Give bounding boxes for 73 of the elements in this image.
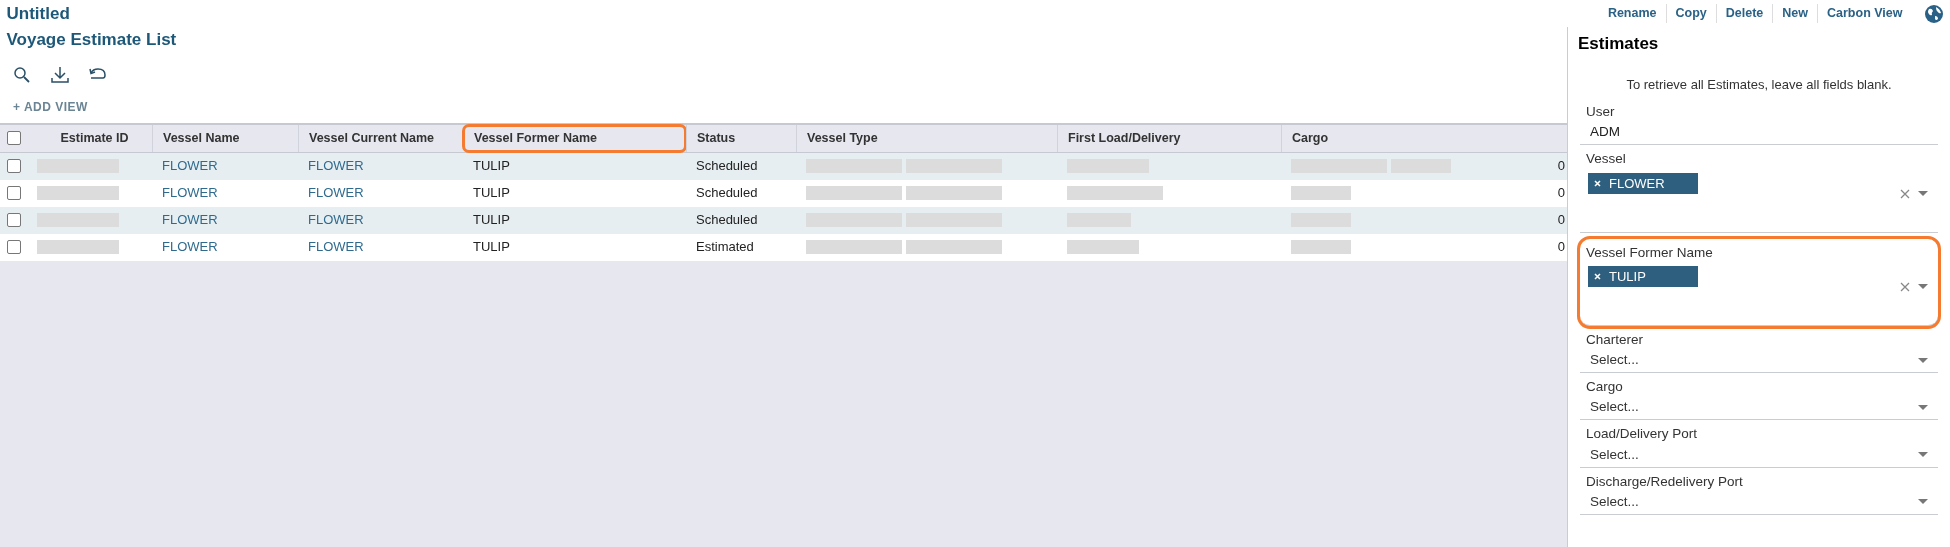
- caret-icon[interactable]: [1918, 499, 1928, 505]
- select-field[interactable]: Select...: [1586, 397, 1639, 418]
- checkbox[interactable]: [7, 186, 21, 200]
- tag-chip[interactable]: TULIP: [1588, 265, 1698, 288]
- caret-icon[interactable]: [1918, 284, 1928, 290]
- checkbox[interactable]: [7, 240, 21, 254]
- vessel-link[interactable]: FLOWER: [308, 210, 364, 230]
- field-label: Charterer: [1586, 330, 1645, 349]
- table-cell-text: 0: [1557, 157, 1566, 176]
- vessel-link[interactable]: FLOWER: [162, 210, 218, 230]
- vessel-link[interactable]: FLOWER: [308, 156, 364, 176]
- toolbar-link[interactable]: Rename: [1598, 4, 1666, 23]
- table-cell-text: TULIP: [473, 238, 510, 257]
- remove-icon[interactable]: [1594, 179, 1601, 187]
- table-cell-text: Scheduled: [696, 157, 758, 176]
- remove-icon[interactable]: [1594, 273, 1601, 280]
- table-cell-text: 0: [1557, 184, 1566, 203]
- search-icon[interactable]: [13, 65, 31, 84]
- column-header[interactable]: First Load/Delivery: [1057, 124, 1281, 152]
- select-field[interactable]: Select...: [1586, 444, 1639, 465]
- table-cell-text: 0: [1557, 238, 1566, 257]
- toolbar-link[interactable]: Carbon View: [1817, 4, 1912, 23]
- field-label: Cargo: [1586, 378, 1624, 396]
- tag-chip[interactable]: FLOWER: [1588, 172, 1698, 194]
- add-view-button[interactable]: + ADD VIEW: [13, 98, 88, 116]
- select-field[interactable]: Select...: [1586, 350, 1639, 370]
- vessel-link[interactable]: FLOWER: [162, 156, 218, 176]
- field-label: Load/Delivery Port: [1586, 425, 1699, 444]
- hint-text: To retrieve all Estimates, leave all fields blank.: [1625, 75, 1893, 94]
- table-cell-text: Scheduled: [696, 184, 758, 203]
- checkbox[interactable]: [7, 159, 21, 173]
- clear-icon[interactable]: [1900, 188, 1910, 199]
- column-header[interactable]: Cargo: [1281, 124, 1567, 152]
- caret-icon[interactable]: [1918, 404, 1928, 410]
- vessel-link[interactable]: FLOWER: [162, 237, 218, 257]
- vessel-link[interactable]: FLOWER: [308, 183, 364, 203]
- globe-icon[interactable]: [1923, 3, 1944, 24]
- redacted-text: [1291, 240, 1351, 254]
- table-cell-text: TULIP: [473, 211, 510, 230]
- toolbar-link[interactable]: New: [1772, 4, 1817, 23]
- checkbox[interactable]: [7, 213, 21, 227]
- user-field[interactable]: ADM: [1586, 122, 1928, 143]
- checkbox[interactable]: [7, 131, 21, 145]
- toolbar-link[interactable]: Delete: [1715, 4, 1773, 23]
- table-cell-text: TULIP: [473, 184, 510, 203]
- column-header[interactable]: Vessel Former Name: [463, 124, 686, 152]
- toolbar-link[interactable]: Copy: [1665, 4, 1716, 23]
- table-cell-text: 0: [1557, 211, 1566, 230]
- column-header[interactable]: Status: [686, 124, 796, 152]
- table-cell-text: Scheduled: [696, 211, 758, 230]
- column-header[interactable]: Vessel Current Name: [298, 124, 463, 152]
- window-title: Untitled: [6, 2, 70, 25]
- caret-icon[interactable]: [1918, 452, 1928, 457]
- panel-title: Estimates: [1578, 33, 1660, 55]
- vessel-link[interactable]: FLOWER: [308, 237, 364, 257]
- vessel-link[interactable]: FLOWER: [162, 183, 218, 203]
- column-header[interactable]: Estimate ID: [27, 124, 152, 152]
- clear-icon[interactable]: [1900, 281, 1910, 292]
- field-label: Discharge/Redelivery Port: [1586, 472, 1744, 491]
- column-header[interactable]: Vessel Type: [796, 124, 1057, 152]
- download-icon[interactable]: [50, 65, 69, 84]
- field-label: User: [1586, 103, 1616, 121]
- table-cell-text: Estimated: [696, 238, 754, 257]
- caret-icon[interactable]: [1918, 357, 1928, 363]
- field-label: Vessel Former Name: [1586, 243, 1714, 262]
- table-cell-text: TULIP: [473, 157, 510, 176]
- caret-icon[interactable]: [1918, 191, 1928, 196]
- redacted-text: [1291, 186, 1351, 200]
- redacted-text: [1067, 240, 1139, 254]
- list-title: Voyage Estimate List: [6, 30, 177, 49]
- select-field[interactable]: Select...: [1586, 491, 1639, 512]
- field-label: Vessel: [1586, 150, 1627, 169]
- column-header[interactable]: Vessel Name: [152, 124, 298, 152]
